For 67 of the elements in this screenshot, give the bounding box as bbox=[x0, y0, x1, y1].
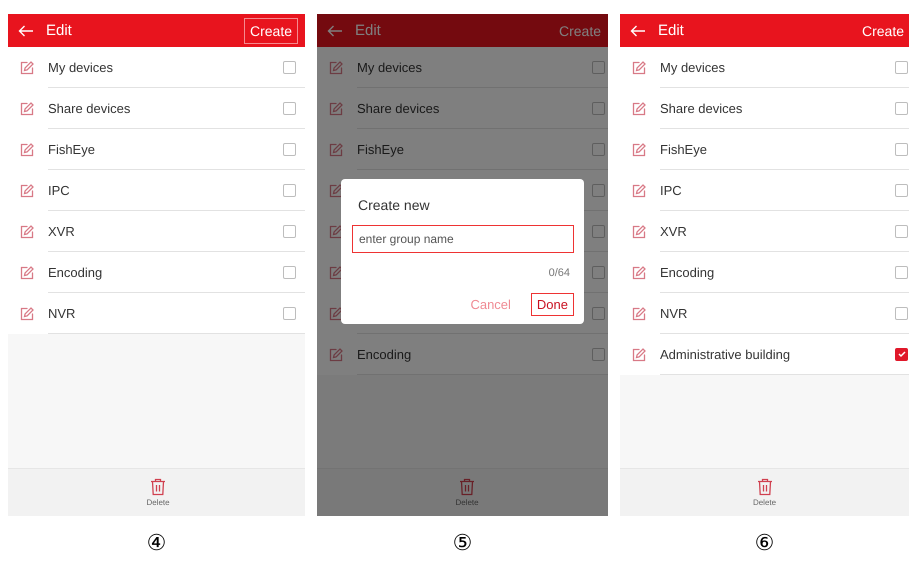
group-name[interactable]: Share devices bbox=[357, 100, 592, 116]
trash-icon[interactable] bbox=[150, 478, 166, 496]
checkbox[interactable] bbox=[592, 266, 605, 278]
group-name[interactable]: Administrative building bbox=[660, 346, 895, 362]
group-name[interactable]: XVR bbox=[660, 224, 895, 238]
group-name[interactable]: My devices bbox=[48, 60, 283, 74]
checkbox[interactable] bbox=[283, 102, 296, 114]
checkbox[interactable] bbox=[283, 142, 296, 156]
group-name[interactable]: FishEye bbox=[48, 142, 283, 156]
checkbox[interactable] bbox=[592, 142, 605, 156]
checkbox[interactable] bbox=[895, 184, 908, 196]
group-name[interactable]: NVR bbox=[48, 306, 283, 320]
checkbox[interactable] bbox=[283, 60, 296, 74]
page-title: Edit bbox=[355, 22, 382, 39]
checkbox[interactable] bbox=[592, 348, 605, 360]
page-title: Edit bbox=[658, 22, 685, 39]
checkbox[interactable] bbox=[895, 142, 908, 156]
checkbox[interactable] bbox=[895, 266, 908, 278]
edit-icon[interactable] bbox=[329, 224, 343, 238]
group-name[interactable]: Share devices bbox=[660, 100, 895, 116]
back-arrow-icon[interactable] bbox=[327, 24, 343, 36]
group-name[interactable]: XVR bbox=[48, 224, 283, 238]
step-number: ④ bbox=[146, 531, 168, 556]
checkbox[interactable] bbox=[283, 224, 296, 238]
trash-icon[interactable] bbox=[756, 478, 772, 496]
group-name[interactable]: FishEye bbox=[660, 142, 895, 156]
checkbox[interactable] bbox=[895, 306, 908, 320]
checkbox[interactable] bbox=[895, 60, 908, 74]
checkbox[interactable] bbox=[592, 102, 605, 114]
checkbox[interactable] bbox=[592, 60, 605, 74]
group-name[interactable]: IPC bbox=[660, 182, 895, 198]
checkbox[interactable] bbox=[895, 102, 908, 114]
create-button[interactable]: Create bbox=[244, 18, 298, 44]
group-name[interactable]: Encoding bbox=[660, 264, 895, 280]
edit-icon[interactable] bbox=[329, 266, 343, 280]
checkbox[interactable] bbox=[283, 184, 296, 196]
checkbox[interactable] bbox=[592, 306, 605, 320]
create-button[interactable]: Create bbox=[856, 18, 909, 44]
dialog-title: Create new bbox=[358, 197, 431, 213]
step-number: ⑤ bbox=[452, 531, 474, 556]
group-name[interactable]: NVR bbox=[660, 306, 895, 320]
group-name[interactable]: My devices bbox=[660, 60, 895, 74]
character-counter: 0/64 bbox=[548, 267, 570, 279]
group-name[interactable]: My devices bbox=[357, 60, 592, 74]
group-name[interactable]: IPC bbox=[48, 182, 283, 198]
edit-icon[interactable] bbox=[329, 306, 343, 320]
checkbox[interactable] bbox=[283, 266, 296, 278]
trash-icon[interactable] bbox=[459, 478, 475, 496]
dialog-button[interactable]: Done bbox=[530, 293, 574, 316]
checkbox[interactable] bbox=[592, 184, 605, 196]
checkbox[interactable] bbox=[592, 224, 605, 238]
back-arrow-icon[interactable] bbox=[18, 24, 34, 36]
checkbox[interactable] bbox=[895, 348, 908, 360]
group-name[interactable]: Encoding bbox=[48, 264, 283, 280]
checkbox[interactable] bbox=[895, 224, 908, 238]
step-number: ⑥ bbox=[754, 531, 776, 556]
group-name[interactable]: FishEye bbox=[357, 142, 592, 156]
delete-button[interactable]: Delete bbox=[8, 468, 305, 516]
page-title: Edit bbox=[46, 22, 73, 39]
edit-icon[interactable] bbox=[329, 184, 343, 198]
group-name[interactable]: Encoding bbox=[357, 346, 592, 362]
group-name-field[interactable]: enter group name bbox=[352, 225, 574, 253]
back-arrow-icon[interactable] bbox=[630, 24, 646, 36]
delete-button[interactable]: Delete bbox=[620, 468, 909, 516]
checkbox[interactable] bbox=[283, 306, 296, 320]
group-name[interactable]: Share devices bbox=[48, 100, 283, 116]
check-icon bbox=[896, 349, 906, 359]
